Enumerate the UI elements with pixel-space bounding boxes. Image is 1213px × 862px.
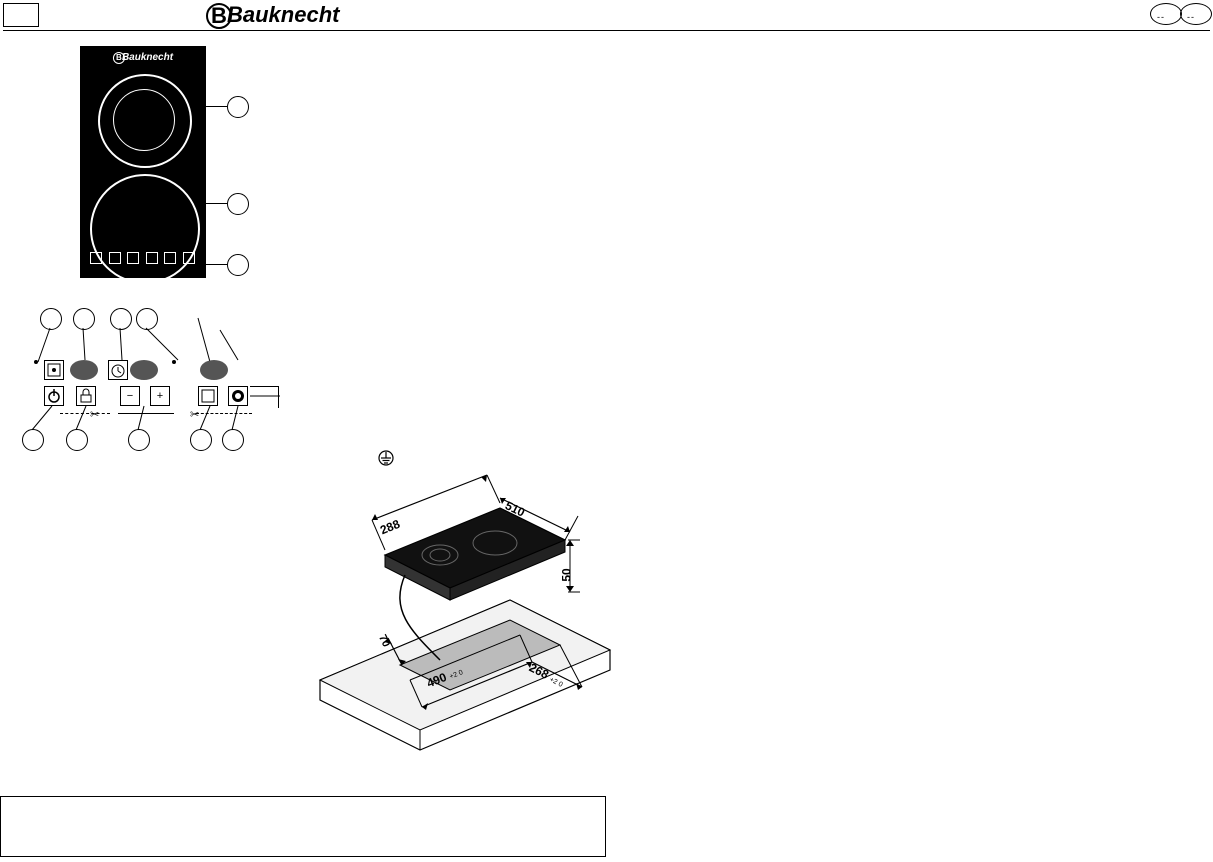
lock-icon [76,386,96,406]
cp-display-3 [200,360,228,380]
cp-bit-4 [146,252,158,264]
lead-line-2 [206,203,227,204]
oval-1: -- [1150,3,1182,25]
plus-button: + [150,386,170,406]
scissors-icon-2: ✂ [190,408,199,421]
note-box [0,796,606,857]
cp-callout-b4 [190,429,212,451]
lead-line-3 [206,264,227,265]
brand-logo: BBauknecht [206,2,339,29]
cp-indicator-dot-2 [172,360,176,364]
minus-button: − [120,386,140,406]
callout-circle-control-panel [227,254,249,276]
callout-circle-zone-large [227,193,249,215]
cp-bit-6 [183,252,195,264]
oval-1-dash: -- [1157,12,1165,22]
scissors-icon-1: ✂ [90,408,99,421]
cooking-zone-small-inner [113,89,175,151]
hob-brand-mark: BBauknecht [113,52,173,64]
cp-callout-b1 [22,429,44,451]
cp-display-2 [130,360,158,380]
hob-top-view: BBauknecht [80,46,206,278]
cp-display-1 [70,360,98,380]
callout-circle-zone-small [227,96,249,118]
timer-icon [108,360,128,380]
zone-select-icon [44,360,64,380]
dim-hob-height: 50 [560,568,574,581]
cp-bit-2 [109,252,121,264]
hob-control-strip [88,252,198,272]
power-icon [44,386,64,406]
cp-lead-right-v [278,386,279,408]
language-box [3,3,39,27]
page: BBauknecht -- -- BBauknecht [0,0,1213,862]
header-right-ovals: -- -- [1152,3,1212,25]
boost-icon [228,386,248,406]
cp-divider-2 [118,413,174,414]
brand-text: Bauknecht [227,2,339,27]
cp-callout-b2 [66,429,88,451]
cp-divider-3 [196,413,252,414]
cp-callout-b5 [222,429,244,451]
cp-bit-1 [90,252,102,264]
cp-bit-3 [127,252,139,264]
cp-indicator-dot-1 [34,360,38,364]
zone-button [198,386,218,406]
oval-2: -- [1180,3,1212,25]
cp-callout-b3 [128,429,150,451]
installation-dimension-drawing: 288 510 50 70 490 +2 0 268 +2 0 [310,460,620,770]
oval-2-dash: -- [1187,12,1195,22]
lead-line-1 [206,106,227,107]
control-panel-zoom: ✂ − + ✂ [20,300,300,460]
cp-bit-5 [164,252,176,264]
header-rule [3,30,1210,31]
cp-divider-1 [60,413,110,414]
cp-lead-right [250,386,278,387]
